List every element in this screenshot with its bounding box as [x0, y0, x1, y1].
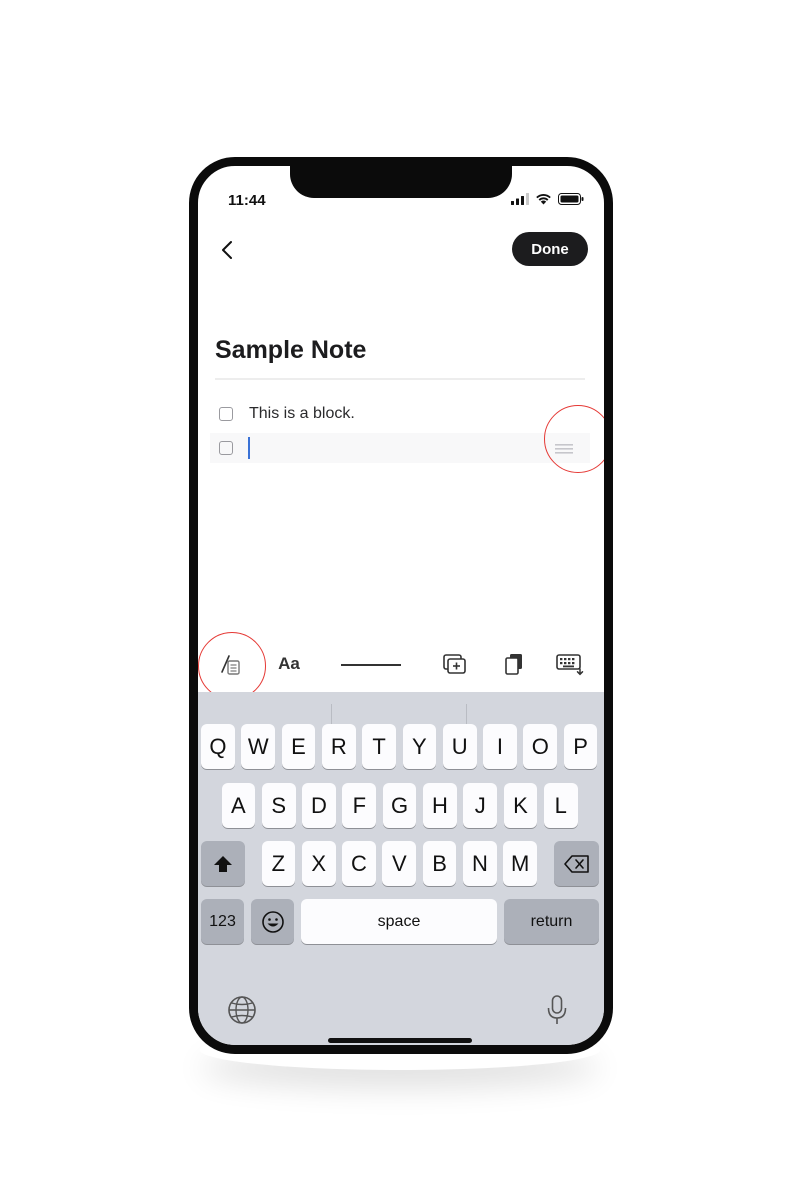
- key-v[interactable]: V: [382, 841, 417, 886]
- editor-toolbar: Aa: [198, 636, 604, 692]
- key-w[interactable]: W: [241, 724, 276, 769]
- key-j[interactable]: J: [463, 783, 498, 828]
- dismiss-keyboard-icon: [556, 654, 584, 676]
- space-key[interactable]: space: [301, 899, 497, 944]
- block-checkbox[interactable]: [219, 407, 233, 421]
- note-title[interactable]: Sample Note: [215, 336, 366, 365]
- slash-command-icon: [221, 655, 240, 675]
- note-block-focused[interactable]: [210, 433, 590, 463]
- key-f[interactable]: F: [342, 783, 377, 828]
- key-s[interactable]: S: [261, 783, 296, 828]
- add-block-button[interactable]: [442, 652, 468, 676]
- keyboard: QWERTYUIOP ASDFGHJKL ZXCVBNM 123 space r…: [198, 692, 604, 1045]
- key-z[interactable]: Z: [261, 841, 296, 886]
- key-b[interactable]: B: [422, 841, 457, 886]
- globe-icon: [228, 996, 256, 1024]
- key-t[interactable]: T: [362, 724, 396, 769]
- cellular-signal-icon: [511, 193, 529, 205]
- key-q[interactable]: Q: [201, 724, 235, 769]
- block-checkbox[interactable]: [219, 441, 233, 455]
- dictation-button[interactable]: [541, 994, 573, 1026]
- text-style-button[interactable]: Aa: [276, 652, 302, 676]
- key-d[interactable]: D: [302, 783, 336, 828]
- key-i[interactable]: I: [483, 724, 517, 769]
- key-r[interactable]: R: [321, 724, 356, 769]
- wifi-icon: [536, 194, 551, 205]
- key-g[interactable]: G: [382, 783, 417, 828]
- backspace-icon: [563, 854, 589, 873]
- key-u[interactable]: U: [442, 724, 477, 769]
- done-button[interactable]: Done: [512, 232, 588, 266]
- divider-button[interactable]: [341, 664, 401, 666]
- emoji-icon: [261, 910, 284, 933]
- return-key[interactable]: return: [504, 899, 599, 944]
- battery-icon: [558, 193, 584, 205]
- status-icons: [511, 193, 584, 205]
- key-c[interactable]: C: [342, 841, 376, 886]
- phone-frame: 11:44 Done Sample Note This is a block.: [189, 157, 613, 1054]
- key-e[interactable]: E: [281, 724, 316, 769]
- numbers-key[interactable]: 123: [201, 899, 244, 944]
- globe-button[interactable]: [226, 994, 258, 1026]
- key-k[interactable]: K: [503, 783, 538, 828]
- copy-button[interactable]: [503, 652, 525, 676]
- backspace-key[interactable]: [554, 841, 599, 886]
- key-h[interactable]: H: [423, 783, 457, 828]
- title-divider: [215, 378, 585, 380]
- home-indicator: [328, 1038, 472, 1043]
- key-n[interactable]: N: [463, 841, 497, 886]
- chevron-left-icon: [222, 241, 232, 259]
- add-block-icon: [443, 654, 466, 674]
- shift-icon: [214, 855, 232, 872]
- dismiss-keyboard-button[interactable]: [556, 652, 586, 676]
- drag-handle-icon: [555, 444, 573, 454]
- shift-key[interactable]: [201, 841, 245, 886]
- text-cursor: [248, 437, 250, 459]
- emoji-key[interactable]: [251, 899, 294, 944]
- key-a[interactable]: A: [221, 783, 256, 828]
- key-l[interactable]: L: [543, 783, 578, 828]
- key-o[interactable]: O: [523, 724, 558, 769]
- status-time: 11:44: [228, 192, 266, 209]
- notch: [290, 166, 512, 198]
- back-button[interactable]: [218, 238, 238, 262]
- copy-icon: [505, 654, 522, 675]
- key-y[interactable]: Y: [402, 724, 437, 769]
- drag-handle[interactable]: [554, 442, 574, 454]
- key-x[interactable]: X: [301, 841, 336, 886]
- microphone-icon: [547, 995, 567, 1024]
- key-p[interactable]: P: [563, 724, 598, 769]
- key-m[interactable]: M: [503, 841, 538, 886]
- block-text[interactable]: This is a block.: [249, 405, 355, 423]
- note-block[interactable]: This is a block.: [210, 399, 590, 429]
- slash-command-button[interactable]: [218, 652, 244, 676]
